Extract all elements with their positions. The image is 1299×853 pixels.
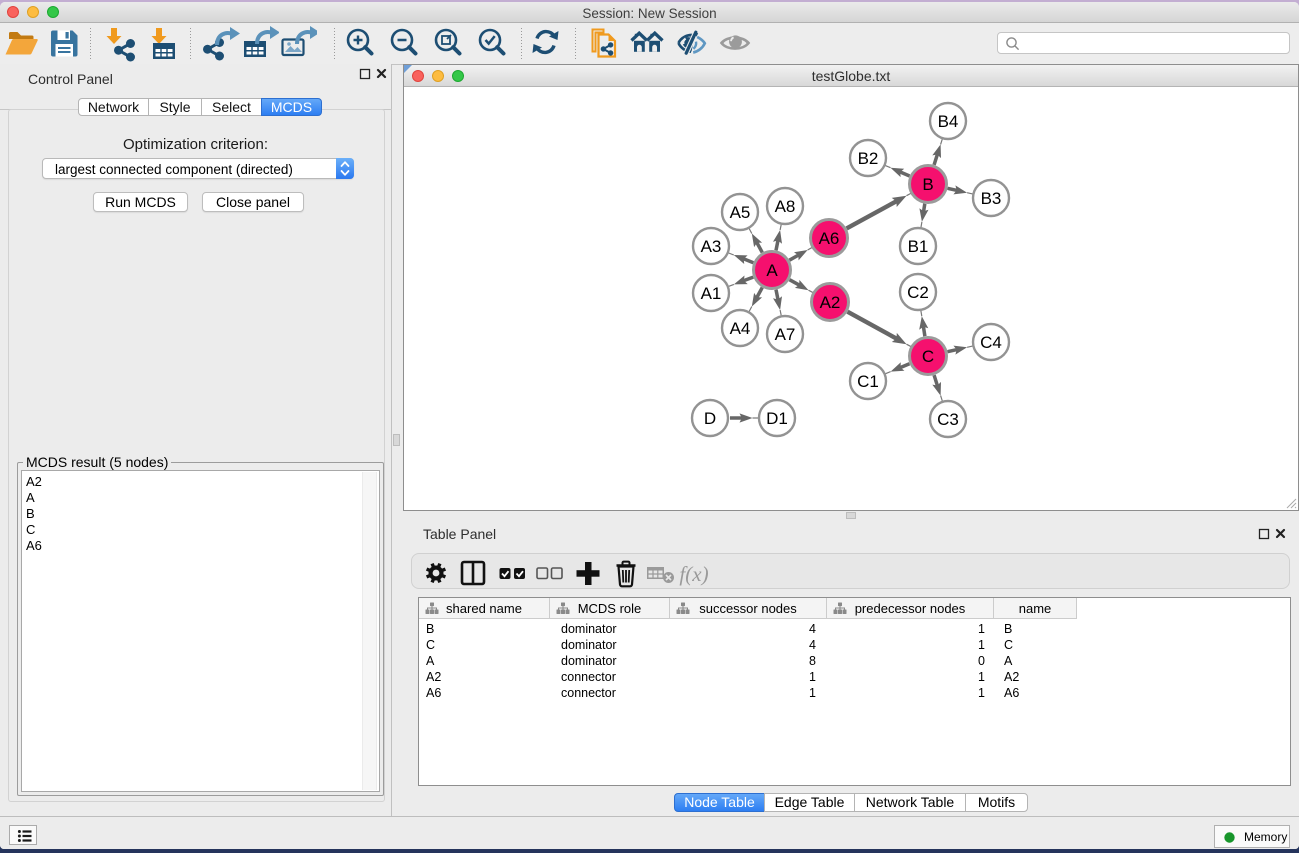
svg-text:A8: A8 xyxy=(775,197,796,216)
svg-text:C2: C2 xyxy=(907,283,929,302)
svg-text:B4: B4 xyxy=(938,112,959,131)
svg-text:B: B xyxy=(922,175,933,194)
svg-text:A3: A3 xyxy=(701,237,722,256)
svg-text:B3: B3 xyxy=(981,189,1002,208)
svg-text:B2: B2 xyxy=(858,149,879,168)
svg-text:A5: A5 xyxy=(730,203,751,222)
svg-text:C3: C3 xyxy=(937,410,959,429)
svg-text:A4: A4 xyxy=(730,319,751,338)
svg-text:A1: A1 xyxy=(701,284,722,303)
svg-text:C1: C1 xyxy=(857,372,879,391)
svg-text:D1: D1 xyxy=(766,409,788,428)
svg-text:B1: B1 xyxy=(908,237,929,256)
svg-text:A6: A6 xyxy=(819,229,840,248)
svg-text:A: A xyxy=(766,261,778,280)
svg-text:C4: C4 xyxy=(980,333,1002,352)
svg-text:C: C xyxy=(922,347,934,366)
svg-text:f(x): f(x) xyxy=(679,562,708,586)
svg-text:A7: A7 xyxy=(775,325,796,344)
svg-text:D: D xyxy=(704,409,716,428)
svg-text:A2: A2 xyxy=(820,293,841,312)
